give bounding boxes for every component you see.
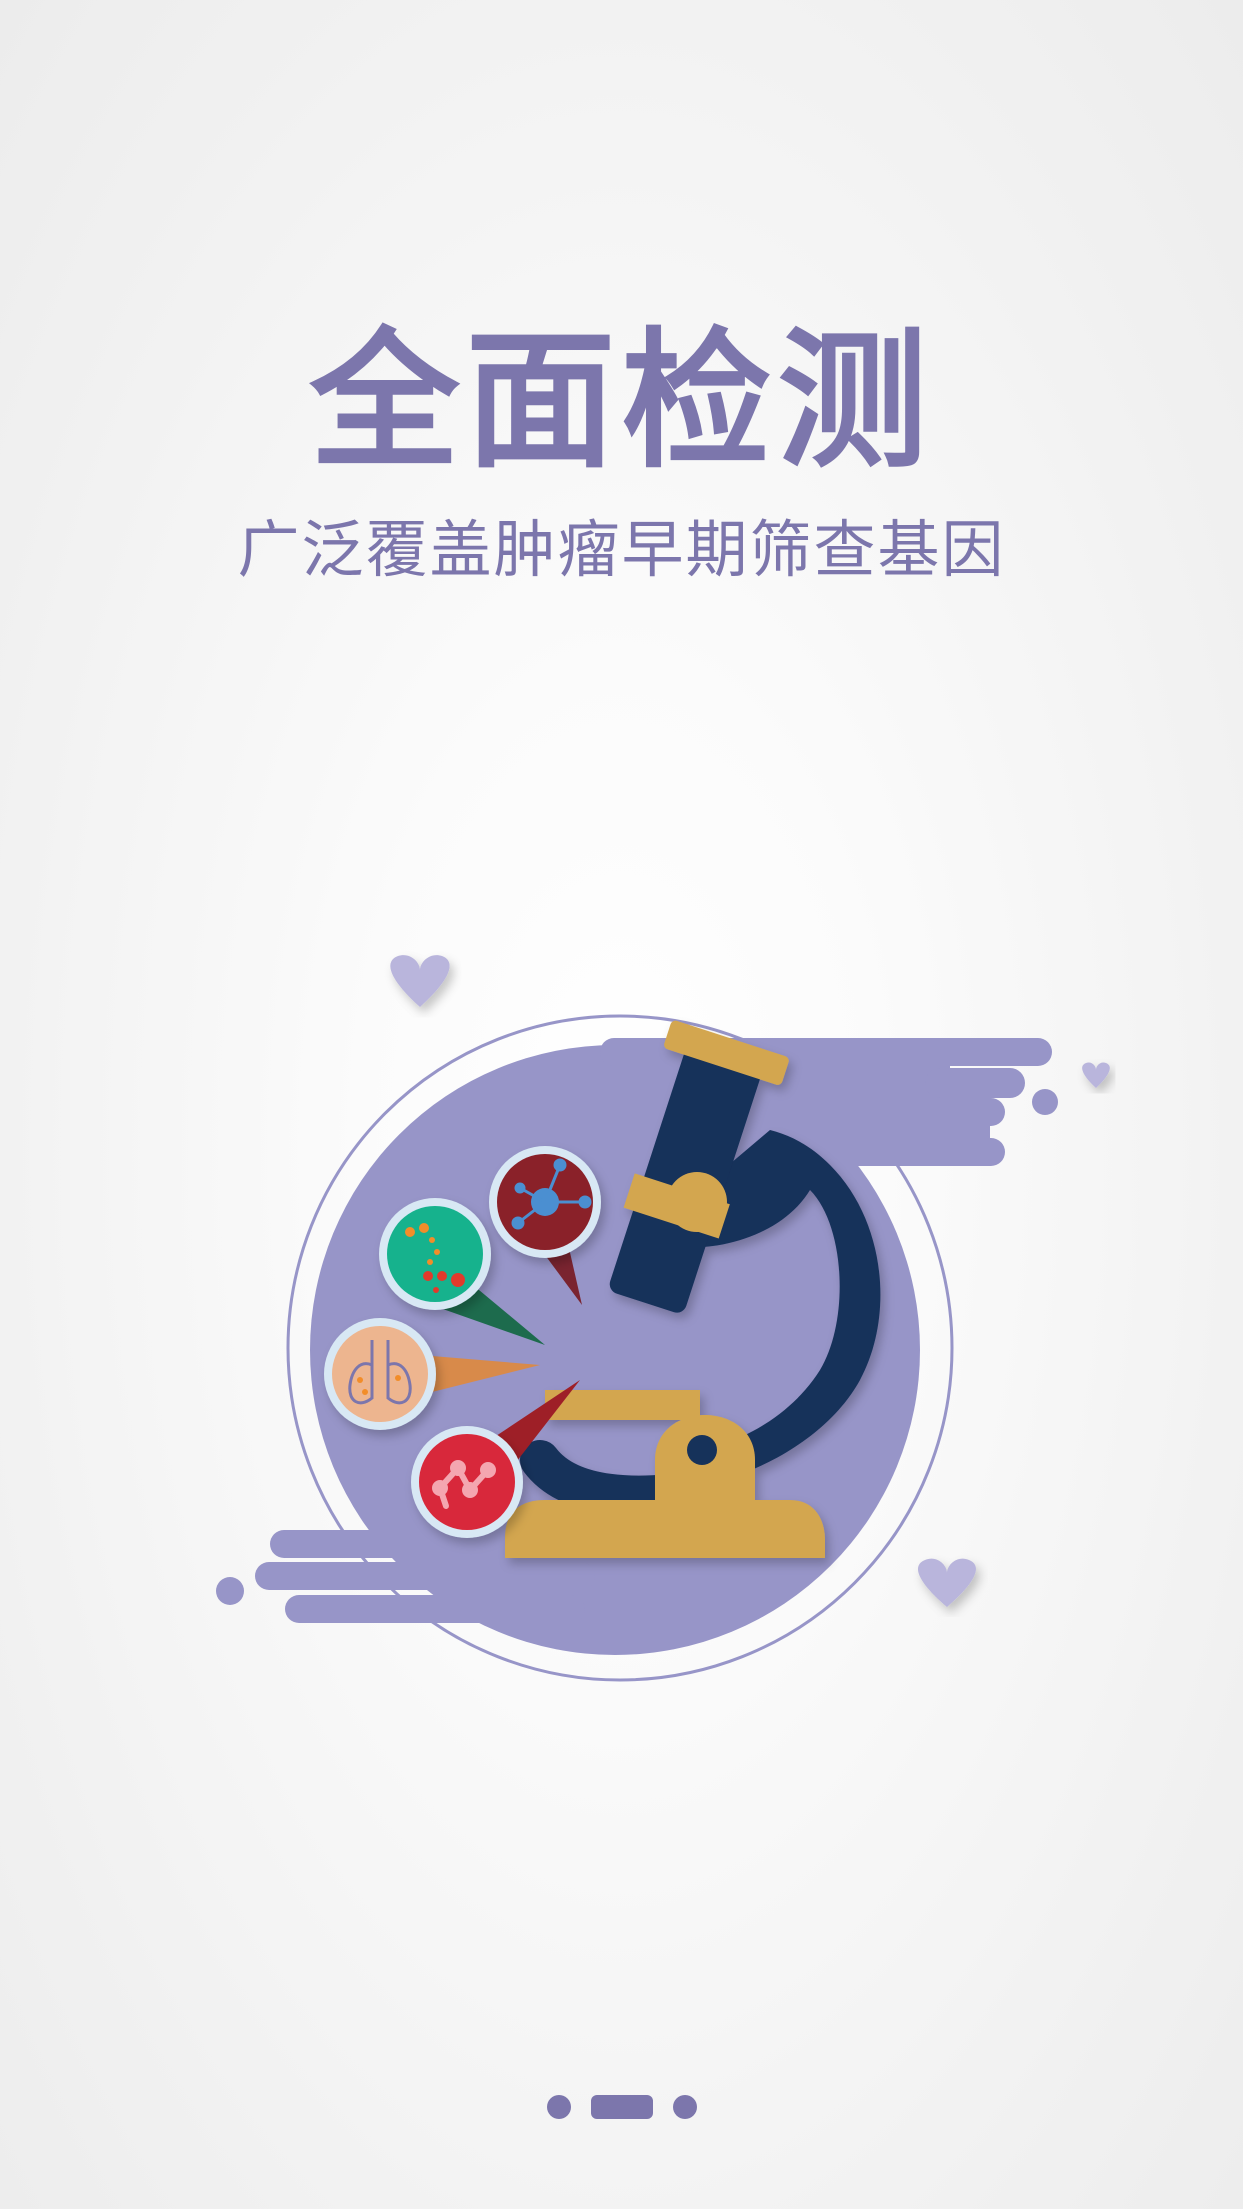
pager-dot-2-active[interactable] [590,2095,653,2119]
microscope-illustration [216,955,1110,1682]
pager-dot-1[interactable] [546,2095,571,2119]
page-indicator [0,2094,1243,2120]
heart-icon [1082,1062,1110,1088]
page-subtitle: 广泛覆盖肿瘤早期筛查基因 [237,513,1006,586]
heart-icon [918,1558,976,1607]
pager-dot-3[interactable] [672,2095,697,2119]
page-title: 全面检测 [309,315,934,489]
heart-icon [390,955,450,1007]
